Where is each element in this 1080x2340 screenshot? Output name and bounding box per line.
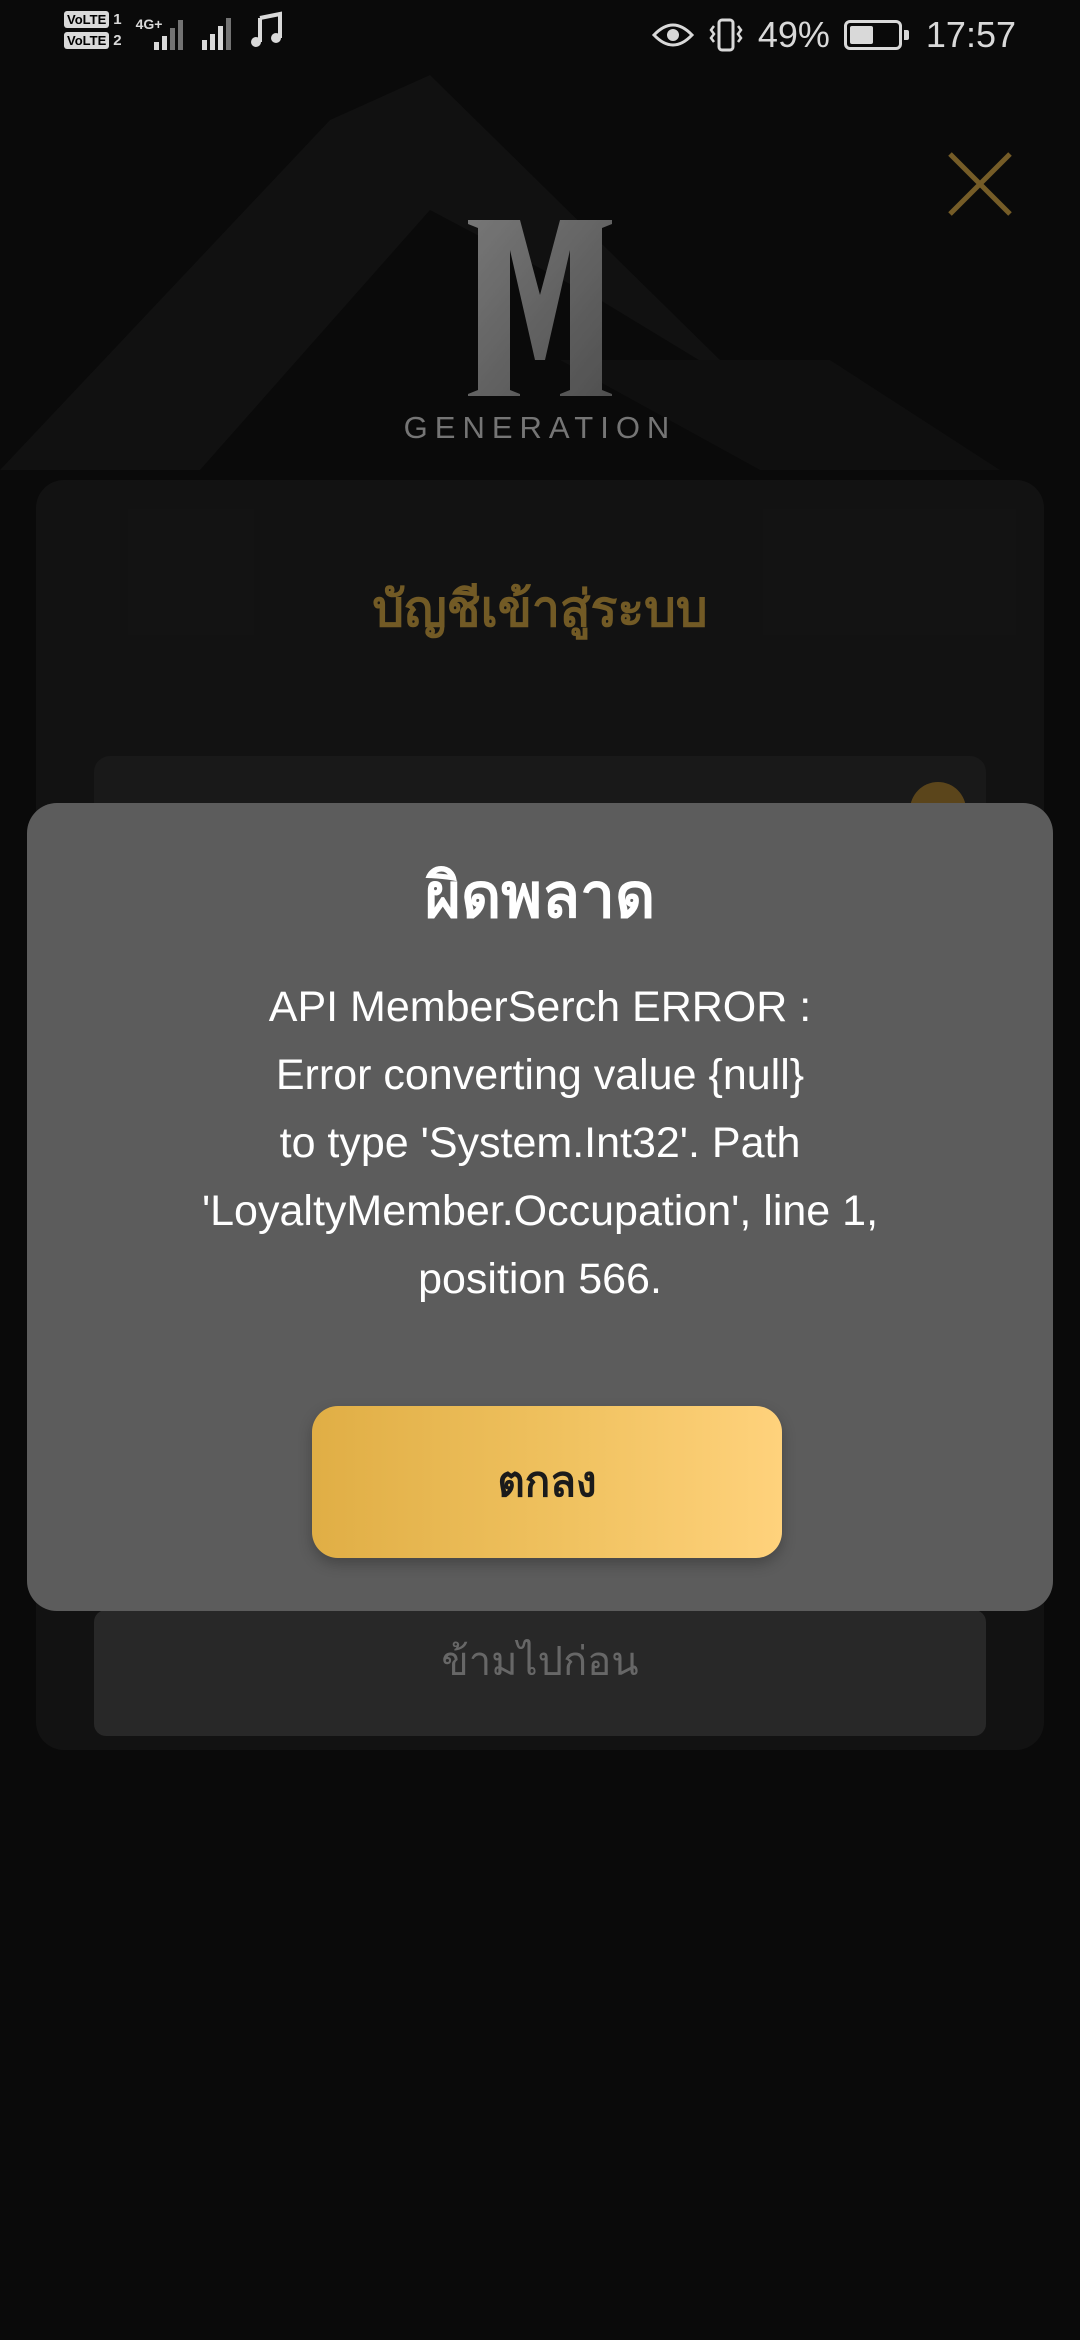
ok-button[interactable]: ตกลง xyxy=(312,1406,782,1558)
message-line: 'LoyaltyMember.Occupation', line 1, xyxy=(201,1187,879,1235)
message-line: position 566. xyxy=(418,1255,662,1303)
screen: VoLTE 1 VoLTE 2 4G+ 49% 17:57 GENERATION… xyxy=(0,0,1080,2340)
message-line: Error converting value {null} xyxy=(275,1051,805,1099)
error-dialog: ผิดพลาด API MemberSerch ERROR : Error co… xyxy=(27,803,1053,1611)
message-line: to type 'System.Int32'. Path xyxy=(279,1119,801,1167)
message-line: API MemberSerch ERROR : xyxy=(268,983,812,1031)
dialog-message: API MemberSerch ERROR : Error converting… xyxy=(107,973,973,1313)
dialog-title: ผิดพลาด xyxy=(424,859,656,932)
